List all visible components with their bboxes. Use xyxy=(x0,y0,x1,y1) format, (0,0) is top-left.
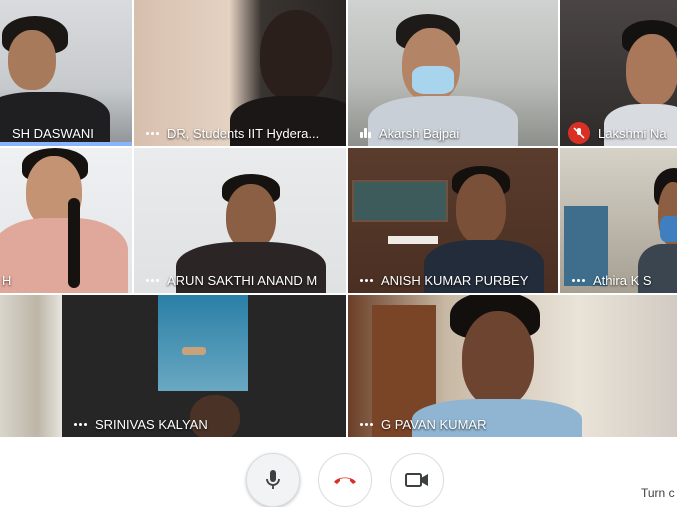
microphone-button[interactable] xyxy=(246,453,300,507)
mic-off-icon xyxy=(568,122,590,144)
participant-tile[interactable]: SRINIVAS KALYAN xyxy=(0,295,346,437)
participant-name: G PAVAN KUMAR xyxy=(381,416,487,432)
camera-button[interactable] xyxy=(390,453,444,507)
participant-name: ARUN SAKTHI ANAND M xyxy=(167,272,318,288)
phone-hangup-icon xyxy=(334,477,356,484)
participant-name-tag: DR, Students IIT Hydera... xyxy=(134,120,319,146)
participant-face xyxy=(226,184,276,250)
participant-tile[interactable]: ARUN SAKTHI ANAND M xyxy=(134,148,346,293)
participant-name-tag: H xyxy=(0,267,11,293)
participant-tile[interactable]: Athira K S xyxy=(560,148,677,293)
ceiling-scene xyxy=(158,295,248,391)
more-options-icon[interactable] xyxy=(74,422,87,426)
audio-level-icon xyxy=(360,128,371,138)
participant-tile[interactable]: DR, Students IIT Hydera... xyxy=(134,0,346,146)
participant-name-tag: Lakshmi Na xyxy=(560,120,667,146)
participant-name: SH DASWANI xyxy=(12,125,94,141)
participant-tile[interactable]: H xyxy=(0,148,132,293)
speaking-indicator xyxy=(0,142,132,146)
participant-tile[interactable]: ANISH KUMAR PURBEY xyxy=(348,148,558,293)
participant-name: ANISH KUMAR PURBEY xyxy=(381,272,529,288)
more-options-icon[interactable] xyxy=(572,278,585,282)
participant-tile[interactable]: SH DASWANI xyxy=(0,0,132,146)
participant-name: Lakshmi Na xyxy=(598,125,667,141)
participant-face xyxy=(626,34,677,106)
microphone-icon xyxy=(266,470,280,489)
participant-face xyxy=(260,10,332,102)
participant-tile[interactable]: Lakshmi Na xyxy=(560,0,677,146)
participant-name: DR, Students IIT Hydera... xyxy=(167,125,320,141)
participant-name-tag: G PAVAN KUMAR xyxy=(348,411,486,437)
participant-name: Akarsh Bajpai xyxy=(379,125,460,141)
participant-name: H xyxy=(2,272,12,288)
participant-body xyxy=(0,218,128,293)
more-options-icon[interactable] xyxy=(360,278,373,282)
participant-face xyxy=(462,311,534,407)
video-grid: SH DASWANI DR, Students IIT Hydera... Ak… xyxy=(0,0,677,437)
video-camera-icon xyxy=(405,473,428,487)
face-mask xyxy=(660,216,677,242)
more-options-icon[interactable] xyxy=(146,278,159,282)
participant-face xyxy=(8,30,56,90)
leave-call-button[interactable] xyxy=(318,453,372,507)
face-mask xyxy=(412,66,454,94)
participant-tile[interactable]: G PAVAN KUMAR xyxy=(348,295,677,437)
more-options-icon[interactable] xyxy=(360,422,373,426)
participant-name-tag: SRINIVAS KALYAN xyxy=(0,411,208,437)
participant-name-tag: Akarsh Bajpai xyxy=(348,120,459,146)
call-controls-bar xyxy=(0,437,677,507)
more-options-icon[interactable] xyxy=(146,131,159,135)
participant-name: SRINIVAS KALYAN xyxy=(95,416,208,432)
participant-name-tag: ARUN SAKTHI ANAND M xyxy=(134,267,317,293)
background-light xyxy=(388,236,438,244)
participant-name: Athira K S xyxy=(593,272,652,288)
fan-shape xyxy=(182,347,206,355)
turn-on-captions-link[interactable]: Turn c xyxy=(641,486,675,500)
participant-name-tag: Athira K S xyxy=(560,267,652,293)
background-shelf xyxy=(352,180,448,222)
participant-face xyxy=(456,174,506,244)
participant-braid xyxy=(68,198,80,288)
participant-name-tag: ANISH KUMAR PURBEY xyxy=(348,267,528,293)
participant-tile[interactable]: Akarsh Bajpai xyxy=(348,0,558,146)
